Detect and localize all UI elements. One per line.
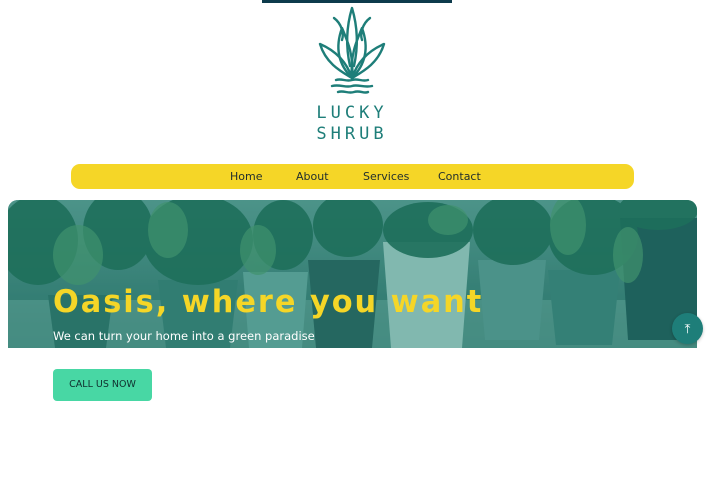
hero-subtitle: We can turn your home into a green parad… <box>53 329 315 343</box>
brand-name-line1: LUCKY <box>316 103 388 123</box>
top-divider <box>262 0 452 3</box>
arrow-up-icon: ⤒ <box>684 321 691 336</box>
nav-services[interactable]: Services <box>363 170 409 183</box>
main-navbar: Home About Services Contact <box>71 164 634 189</box>
hero-plants-image <box>8 200 697 348</box>
brand-logo[interactable]: LUCKY SHRUB <box>312 6 392 146</box>
nav-home[interactable]: Home <box>230 170 262 183</box>
nav-about[interactable]: About <box>296 170 329 183</box>
hero-banner: Oasis, where you want We can turn your h… <box>8 200 697 348</box>
potted-plant-icon <box>318 6 386 94</box>
call-us-now-button[interactable]: CALL US NOW <box>53 369 152 401</box>
scroll-to-top-button[interactable]: ⤒ <box>672 313 703 344</box>
brand-name-line2: SHRUB <box>316 124 388 144</box>
hero-title: Oasis, where you want <box>53 284 484 320</box>
nav-contact[interactable]: Contact <box>438 170 481 183</box>
